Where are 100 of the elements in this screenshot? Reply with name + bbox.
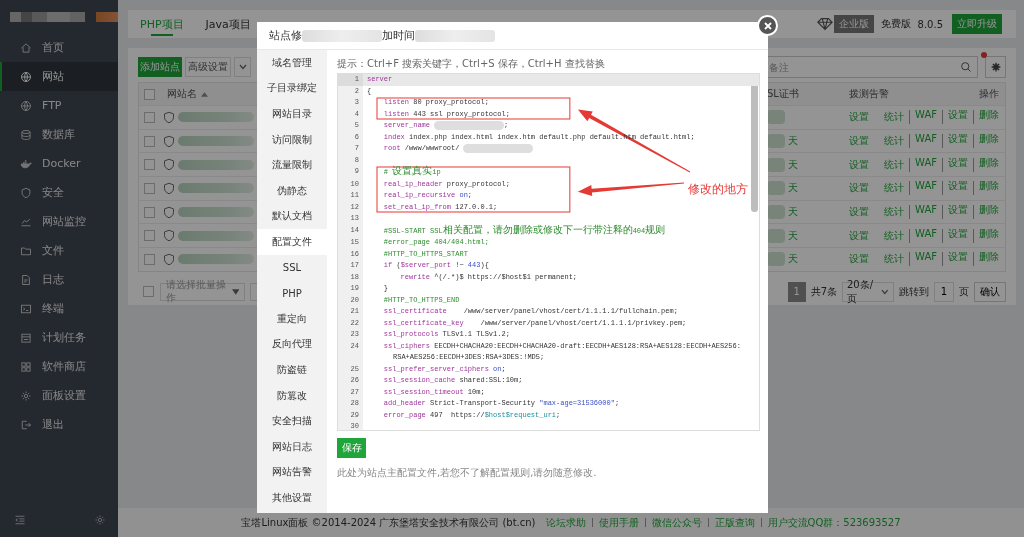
nav-item[interactable]: 重定向 bbox=[257, 305, 327, 332]
page-input[interactable]: 1 bbox=[934, 281, 954, 302]
alert-link[interactable]: 设置 bbox=[849, 253, 869, 265]
upgrade-button[interactable]: 立即升级 bbox=[952, 14, 1002, 34]
action-link[interactable]: 删除 bbox=[973, 134, 999, 149]
sidebar-item[interactable]: 软件商店 bbox=[0, 352, 118, 381]
project-tab[interactable]: PHP项目 bbox=[129, 10, 195, 38]
modal-title: 加时间 bbox=[382, 28, 415, 43]
edition-text: 免费版 bbox=[880, 17, 911, 31]
footer-link[interactable]: 微信公众号 bbox=[644, 518, 702, 527]
sidebar-item[interactable]: 终端 bbox=[0, 294, 118, 323]
footer-link[interactable]: 使用手册 bbox=[591, 518, 639, 527]
action-link[interactable]: 删除 bbox=[973, 252, 999, 267]
add-site-button[interactable]: 添加站点 bbox=[138, 57, 182, 77]
action-link[interactable]: 删除 bbox=[973, 110, 999, 125]
column-header: 拨测告警 bbox=[848, 87, 890, 101]
sidebar-item[interactable]: FTP bbox=[0, 91, 118, 120]
page-button[interactable]: 1 bbox=[787, 281, 806, 302]
column-header: 操作 bbox=[979, 87, 999, 101]
action-link[interactable]: WAF bbox=[909, 110, 937, 125]
action-link[interactable]: WAF bbox=[909, 228, 937, 243]
action-link[interactable]: WAF bbox=[909, 181, 937, 196]
cert-text: 天 bbox=[788, 252, 798, 267]
sidebar-item[interactable]: 面板设置 bbox=[0, 381, 118, 410]
sidebar-item[interactable]: 安全 bbox=[0, 178, 118, 207]
version-text: 8.0.5 bbox=[917, 18, 943, 30]
sidebar-item[interactable]: 日志 bbox=[0, 265, 118, 294]
nav-item[interactable]: SSL bbox=[257, 254, 327, 281]
sidebar-item[interactable]: 网站监控 bbox=[0, 207, 118, 236]
nav-item[interactable]: 默认文档 bbox=[257, 203, 327, 230]
action-link[interactable]: WAF bbox=[909, 252, 937, 267]
nav-item[interactable]: PHP bbox=[257, 280, 327, 306]
edition-badge: 企业版 bbox=[833, 15, 874, 33]
action-link[interactable]: 统计 bbox=[884, 181, 905, 196]
nav-item[interactable]: 流量限制 bbox=[257, 152, 327, 178]
action-link[interactable]: 删除 bbox=[973, 228, 999, 243]
action-link[interactable]: 设置 bbox=[942, 157, 968, 172]
alert-link[interactable]: 设置 bbox=[849, 135, 869, 147]
action-link[interactable]: 统计 bbox=[884, 252, 905, 267]
jump-label: 跳转到 bbox=[899, 284, 929, 299]
sidebar-item[interactable]: 文件 bbox=[0, 236, 118, 265]
alert-link[interactable]: 设置 bbox=[849, 111, 869, 123]
nav-item[interactable]: 防盗链 bbox=[257, 357, 327, 383]
hint-text: 提示：Ctrl+F 搜索关键字，Ctrl+S 保存，Ctrl+H 查找替换 bbox=[337, 58, 606, 71]
confirm-button[interactable]: 确认 bbox=[974, 281, 1006, 302]
action-link[interactable]: 设置 bbox=[942, 228, 968, 243]
sidebar-item[interactable]: 退出 bbox=[0, 410, 118, 439]
alert-link[interactable]: 设置 bbox=[849, 158, 869, 170]
sidebar-item[interactable]: 首页 bbox=[0, 33, 118, 62]
action-link[interactable]: 设置 bbox=[942, 110, 968, 125]
nav-item[interactable]: 网站目录 bbox=[257, 101, 327, 127]
cert-text: 天 bbox=[788, 157, 798, 172]
copyright-text: 宝塔Linux面板 ©2014-2024 广东堡塔安全技术有限公司 (bt.cn) bbox=[241, 515, 536, 530]
action-link[interactable]: WAF bbox=[909, 134, 937, 149]
note-text: 此处为站点主配置文件,若您不了解配置规则,请勿随意修改. bbox=[337, 466, 598, 480]
cert-text: 天 bbox=[788, 205, 798, 220]
sidebar-item[interactable]: 数据库 bbox=[0, 120, 118, 149]
action-link[interactable]: 统计 bbox=[884, 157, 905, 172]
annotation-label: 修改的地方 bbox=[688, 181, 748, 198]
alert-link[interactable]: 设置 bbox=[849, 229, 869, 241]
sidebar-item[interactable]: 网站 bbox=[0, 62, 118, 91]
sidebar-item[interactable]: Docker bbox=[0, 149, 118, 178]
nav-item[interactable]: 网站日志 bbox=[257, 433, 327, 460]
nav-item[interactable]: 防篡改 bbox=[257, 382, 327, 409]
action-link[interactable]: WAF bbox=[909, 157, 937, 172]
action-link[interactable]: 统计 bbox=[884, 205, 905, 220]
column-header: SL证书 bbox=[766, 87, 800, 101]
action-link[interactable]: 删除 bbox=[973, 181, 999, 196]
action-link[interactable]: 统计 bbox=[884, 134, 905, 149]
action-link[interactable]: 统计 bbox=[884, 110, 905, 125]
footer-link[interactable]: 论坛求助 bbox=[545, 515, 586, 530]
action-link[interactable]: 设置 bbox=[942, 134, 968, 149]
action-link[interactable]: 设置 bbox=[942, 205, 968, 220]
alert-link[interactable]: 设置 bbox=[849, 206, 869, 218]
save-button[interactable]: 保存 bbox=[337, 438, 366, 458]
footer-link[interactable]: 用户交流QQ群：523693527 bbox=[760, 518, 901, 527]
action-link[interactable]: 删除 bbox=[973, 157, 999, 172]
nav-item[interactable]: 域名管理 bbox=[257, 50, 327, 76]
nav-item[interactable]: 网站告警 bbox=[257, 459, 327, 486]
action-link[interactable]: 设置 bbox=[942, 252, 968, 267]
page-unit: 页 bbox=[959, 284, 969, 299]
cert-text: 天 bbox=[788, 228, 798, 243]
nav-item[interactable]: 访问限制 bbox=[257, 126, 327, 153]
sidebar-item[interactable]: 计划任务 bbox=[0, 323, 118, 352]
action-link[interactable]: 删除 bbox=[973, 205, 999, 220]
nav-item[interactable]: 配置文件 bbox=[257, 229, 327, 255]
page-size-select[interactable]: 20条/页 bbox=[842, 281, 894, 302]
nav-item[interactable]: 伪静态 bbox=[257, 177, 327, 204]
action-link[interactable]: 统计 bbox=[884, 228, 905, 243]
nav-item[interactable]: 其他设置 bbox=[257, 485, 327, 511]
action-link[interactable]: 设置 bbox=[942, 181, 968, 196]
action-link[interactable]: WAF bbox=[909, 205, 937, 220]
cert-text: 天 bbox=[788, 181, 798, 196]
nav-item[interactable]: 安全扫描 bbox=[257, 408, 327, 434]
nav-item[interactable]: 反向代理 bbox=[257, 331, 327, 358]
advanced-settings-button[interactable]: 高级设置 bbox=[185, 57, 231, 77]
alert-link[interactable]: 设置 bbox=[849, 182, 869, 194]
footer-link[interactable]: 正版查询 bbox=[707, 518, 755, 527]
nav-item[interactable]: 子目录绑定 bbox=[257, 75, 327, 102]
column-header: 网站名 bbox=[167, 87, 197, 101]
